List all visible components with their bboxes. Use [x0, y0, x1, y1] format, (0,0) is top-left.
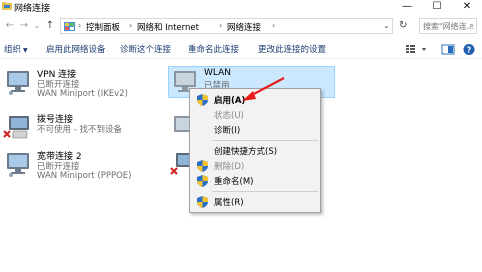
menu-item-label: 重命名(M) — [214, 177, 254, 187]
up-button[interactable]: ↑ — [44, 19, 56, 33]
search-placeholder: 搜索"网络连... — [423, 22, 475, 31]
context-menu: 启用(A) 状态(U) 诊断(I) 创建快捷方式(S) 删除(D) 重命名(M) — [189, 88, 321, 213]
menu-item-enable[interactable]: 启用(A) — [192, 93, 320, 107]
close-button[interactable]: ✕ — [452, 0, 482, 14]
connection-device: WAN Miniport (PPPOE) — [37, 171, 132, 181]
diagnose-connection-button[interactable]: 诊断这个连接 — [120, 43, 171, 55]
chevron-down-icon[interactable] — [422, 48, 426, 51]
menu-separator — [212, 191, 318, 192]
menu-item-label: 创建快捷方式(S) — [214, 147, 278, 157]
menu-item-status[interactable]: 状态(U) — [192, 108, 320, 122]
help-icon[interactable]: ? — [463, 44, 475, 55]
dialup-connection-icon — [3, 116, 29, 139]
enable-device-button[interactable]: 启用此网络设备 — [46, 43, 106, 55]
refresh-icon[interactable]: ↻ — [399, 21, 411, 33]
change-settings-button[interactable]: 更改此连接的设置 — [258, 43, 326, 55]
change-view-icon[interactable] — [406, 45, 415, 53]
address-bar[interactable]: › 控制面板 › 网络和 Internet › 网络连接 › ⌄ — [60, 18, 393, 34]
svg-text:?: ? — [467, 46, 472, 55]
breadcrumb-network-internet[interactable]: 网络和 Internet — [137, 21, 199, 33]
broadband-connection-icon — [7, 153, 29, 177]
shield-icon — [197, 175, 208, 187]
menu-item-rename[interactable]: 重命名(M) — [192, 174, 320, 188]
search-box[interactable]: 搜索"网络连... ⌕ — [419, 18, 477, 34]
menu-item-label: 诊断(I) — [214, 126, 241, 136]
window-title: 网络连接 — [14, 4, 51, 14]
view-options: ? — [406, 44, 475, 55]
menu-item-label: 状态(U) — [214, 111, 244, 121]
recent-locations-button[interactable]: ⌄ — [31, 19, 43, 33]
connection-item-broadband[interactable]: 宽带连接 2 已断开连接 WAN Miniport (PPPOE) — [3, 149, 163, 189]
organize-label: 组织 — [4, 45, 22, 55]
back-button[interactable]: ← — [4, 19, 16, 33]
command-bar: 组织 ▼ 启用此网络设备 诊断这个连接 重命名此连接 更改此连接的设置 ? — [0, 39, 482, 59]
control-panel-icon — [64, 22, 75, 31]
menu-item-label: 属性(R) — [214, 198, 244, 208]
minimize-button[interactable]: — — [392, 0, 422, 14]
menu-item-create-shortcut[interactable]: 创建快捷方式(S) — [192, 144, 320, 158]
search-icon[interactable]: ⌕ — [469, 21, 474, 31]
organize-menu[interactable]: 组织 ▼ — [4, 43, 28, 55]
chevron-down-icon: ▼ — [23, 47, 28, 54]
menu-item-properties[interactable]: 属性(R) — [192, 195, 320, 209]
preview-pane-icon[interactable] — [441, 44, 455, 55]
maximize-button[interactable]: ☐ — [422, 0, 452, 14]
breadcrumb-separator: › — [272, 21, 276, 30]
forward-button[interactable]: → — [18, 19, 30, 33]
breadcrumb-separator: › — [129, 21, 133, 30]
shield-icon — [197, 160, 208, 172]
title-bar: 网络连接 — ☐ ✕ — [0, 0, 482, 14]
menu-item-diagnose[interactable]: 诊断(I) — [192, 123, 320, 137]
connection-status: 不可使用 - 找不到设备 — [37, 125, 122, 135]
menu-item-label: 启用(A) — [214, 96, 246, 106]
shield-icon — [197, 196, 208, 208]
connection-item-vpn[interactable]: VPN 连接 已断开连接 WAN Miniport (IKEv2) — [3, 67, 153, 107]
breadcrumb-separator: › — [78, 21, 82, 30]
menu-separator — [212, 140, 318, 141]
connection-name: WLAN — [204, 68, 232, 78]
vpn-connection-icon — [7, 71, 29, 95]
breadcrumb-control-panel[interactable]: 控制面板 — [86, 21, 120, 33]
breadcrumb-network-connections[interactable]: 网络连接 — [227, 21, 261, 33]
address-dropdown-button[interactable]: ⌄ — [383, 21, 390, 30]
menu-item-label: 删除(D) — [214, 162, 245, 172]
shield-icon — [197, 94, 208, 106]
menu-item-delete[interactable]: 删除(D) — [192, 159, 320, 173]
connection-device: WAN Miniport (IKEv2) — [37, 89, 128, 99]
breadcrumb-separator: › — [219, 21, 223, 30]
network-folder-icon — [2, 2, 12, 10]
rename-connection-button[interactable]: 重命名此连接 — [188, 43, 239, 55]
address-row: ← → ⌄ ↑ › 控制面板 › 网络和 Internet › 网络连接 › ⌄… — [0, 16, 482, 36]
connection-item-dialup[interactable]: 拨号连接 不可使用 - 找不到设备 — [3, 112, 163, 152]
